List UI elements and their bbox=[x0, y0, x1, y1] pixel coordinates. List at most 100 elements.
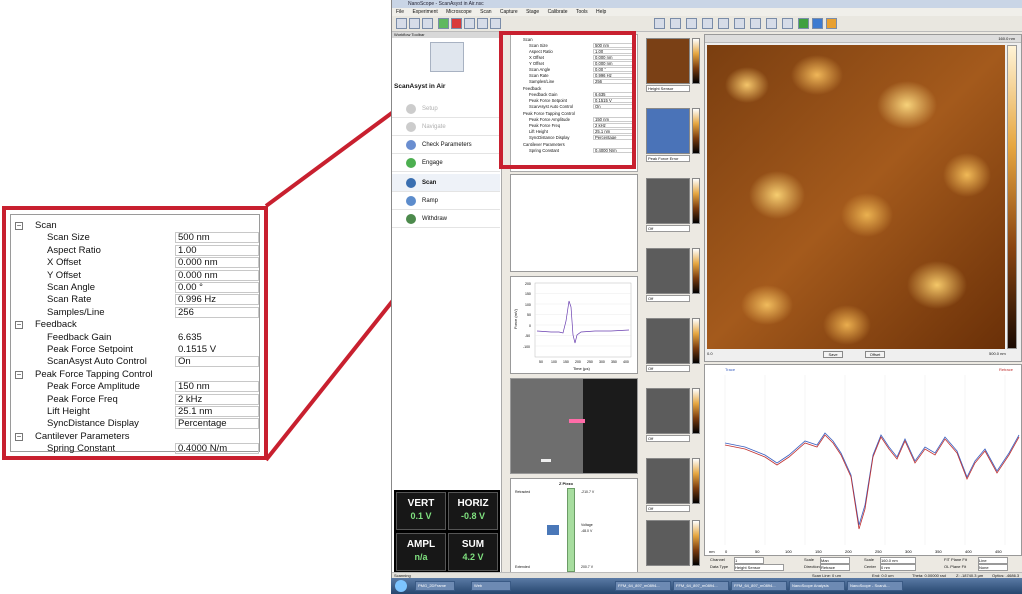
tile-icon[interactable] bbox=[718, 18, 729, 29]
stop-icon[interactable] bbox=[451, 18, 462, 29]
check2-icon[interactable] bbox=[766, 18, 777, 29]
channel-6-select[interactable]: Off bbox=[646, 435, 690, 442]
channel-8[interactable] bbox=[646, 516, 702, 574]
channel-8-thumbnail[interactable] bbox=[646, 520, 690, 566]
channel-5-select[interactable]: Off bbox=[646, 365, 690, 372]
ramp-icon bbox=[406, 196, 416, 206]
channel-5[interactable]: Off bbox=[646, 314, 702, 372]
force-xtick: 300 bbox=[599, 360, 605, 364]
direction-select[interactable]: Retrace bbox=[820, 564, 850, 571]
profile-xunit: nm bbox=[709, 549, 715, 554]
channel-3-select[interactable]: Off bbox=[646, 225, 690, 232]
taskbar-item[interactable]: NanoScope - ScanA... bbox=[847, 581, 903, 591]
force-curve-plot: Force (mV) Time (µs) 200 150 100 50 0 -5… bbox=[513, 282, 632, 371]
taskbar-item[interactable]: FFM_64_897_m0894... bbox=[615, 581, 671, 591]
taskbar-item[interactable]: Web bbox=[471, 581, 511, 591]
channel-2-select[interactable]: Peak Force Error bbox=[646, 155, 690, 162]
taskbar-item[interactable]: NanoScope Analysis bbox=[789, 581, 845, 591]
channel-6-thumbnail[interactable] bbox=[646, 388, 690, 434]
channel-3-thumbnail[interactable] bbox=[646, 178, 690, 224]
channel-2[interactable]: Peak Force Error bbox=[646, 104, 702, 162]
force-curve-panel: Force (mV) Time (µs) 200 150 100 50 0 -5… bbox=[510, 276, 638, 374]
main-image-scale-label: 160.0 nm bbox=[998, 36, 1015, 41]
setup-icon bbox=[406, 104, 416, 114]
profile-xtick: 200 bbox=[845, 549, 852, 554]
workflow-step-ramp[interactable]: Ramp bbox=[392, 192, 500, 210]
pause-icon[interactable] bbox=[826, 18, 837, 29]
microscope-icon[interactable] bbox=[409, 18, 420, 29]
menu-help[interactable]: Help bbox=[596, 9, 606, 15]
z-voltage-value: -48.0 V bbox=[581, 529, 593, 533]
workflow-step-check-parameters[interactable]: Check Parameters bbox=[392, 136, 500, 154]
force-plot-xlabel: Time (µs) bbox=[573, 366, 590, 371]
engage-icon bbox=[406, 158, 416, 168]
channel-1-colorbar bbox=[692, 38, 700, 84]
workflow-step-engage[interactable]: Engage bbox=[392, 154, 500, 172]
fit-select[interactable]: Line bbox=[978, 557, 1008, 564]
scope-icon[interactable] bbox=[702, 18, 713, 29]
channel-4-select[interactable]: Off bbox=[646, 295, 690, 302]
channel-2-thumbnail[interactable] bbox=[646, 108, 690, 154]
channel-3[interactable]: Off bbox=[646, 174, 702, 232]
workflow-step-navigate[interactable]: Navigate bbox=[392, 118, 500, 136]
menu-experiment[interactable]: Experiment bbox=[412, 9, 437, 15]
z-piezo-panel: Z Piezo Retracted -210.7 V Voltage -48.0… bbox=[510, 478, 638, 574]
check-icon[interactable] bbox=[750, 18, 761, 29]
start-button-icon[interactable] bbox=[395, 580, 407, 592]
channel-7-select[interactable]: Off bbox=[646, 505, 690, 512]
save-icon[interactable] bbox=[422, 18, 433, 29]
menu-file[interactable]: File bbox=[396, 9, 404, 15]
channel-select[interactable]: 1 bbox=[734, 557, 764, 564]
channel-7[interactable]: Off bbox=[646, 454, 702, 512]
layout-icon[interactable] bbox=[734, 18, 745, 29]
refresh-icon[interactable] bbox=[812, 18, 823, 29]
workflow-step-scan[interactable]: Scan bbox=[392, 174, 500, 192]
profile-xtick: 300 bbox=[905, 549, 912, 554]
menu-scan[interactable]: Scan bbox=[480, 9, 491, 15]
afm-height-image[interactable] bbox=[707, 45, 1005, 349]
tool-icon[interactable] bbox=[464, 18, 475, 29]
channel-6[interactable]: Off bbox=[646, 384, 702, 442]
image-save-button[interactable]: Save bbox=[823, 351, 843, 358]
channel-1[interactable]: Height Sensor bbox=[646, 34, 702, 92]
z-voltage-label: Voltage bbox=[581, 523, 593, 527]
channel-5-thumbnail[interactable] bbox=[646, 318, 690, 364]
image-offset-button[interactable]: Offset bbox=[865, 351, 885, 358]
ol-select[interactable]: None bbox=[978, 564, 1008, 571]
taskbar-item[interactable]: FFM_64_897_m0894... bbox=[673, 581, 729, 591]
image-icon[interactable] bbox=[686, 18, 697, 29]
workflow-step-setup[interactable]: Setup bbox=[392, 100, 500, 118]
force-ytick: 0 bbox=[529, 324, 531, 328]
channel-4-thumbnail[interactable] bbox=[646, 248, 690, 294]
channel-1-select[interactable]: Height Sensor bbox=[646, 85, 690, 92]
force-xtick: 350 bbox=[611, 360, 617, 364]
view-icon[interactable] bbox=[654, 18, 665, 29]
cantilever-chip bbox=[583, 379, 637, 473]
window-icon[interactable] bbox=[490, 18, 501, 29]
menu-capture[interactable]: Capture bbox=[500, 9, 518, 15]
channel-icon[interactable] bbox=[670, 18, 681, 29]
center-field[interactable]: 0 nm bbox=[880, 564, 916, 571]
channel-7-thumbnail[interactable] bbox=[646, 458, 690, 504]
menu-calibrate[interactable]: Calibrate bbox=[548, 9, 568, 15]
menu-stage[interactable]: Stage bbox=[526, 9, 539, 15]
channel-1-thumbnail[interactable] bbox=[646, 38, 690, 84]
taskbar-item[interactable]: FFM_64_897_m0894... bbox=[731, 581, 787, 591]
force-ytick: 150 bbox=[525, 292, 531, 296]
force-xtick: 400 bbox=[623, 360, 629, 364]
engage-arrow-icon[interactable] bbox=[438, 18, 449, 29]
data-type-select[interactable]: Height Sensor bbox=[734, 564, 784, 571]
z-extended-value: 200.7 V bbox=[581, 565, 594, 569]
check3-icon[interactable] bbox=[782, 18, 793, 29]
grid-icon[interactable] bbox=[477, 18, 488, 29]
menu-microscope[interactable]: Microscope bbox=[446, 9, 472, 15]
scale-select[interactable]: Man bbox=[820, 557, 850, 564]
menu-tools[interactable]: Tools bbox=[576, 9, 588, 15]
channel-label: Channel bbox=[710, 557, 725, 562]
taskbar-item[interactable]: PMG_2DFrame bbox=[415, 581, 455, 591]
open-icon[interactable] bbox=[396, 18, 407, 29]
play-icon[interactable] bbox=[798, 18, 809, 29]
channel-4[interactable]: Off bbox=[646, 244, 702, 302]
workflow-step-withdraw[interactable]: Withdraw bbox=[392, 210, 500, 228]
scale2-field[interactable]: 160.0 nm bbox=[880, 557, 916, 564]
